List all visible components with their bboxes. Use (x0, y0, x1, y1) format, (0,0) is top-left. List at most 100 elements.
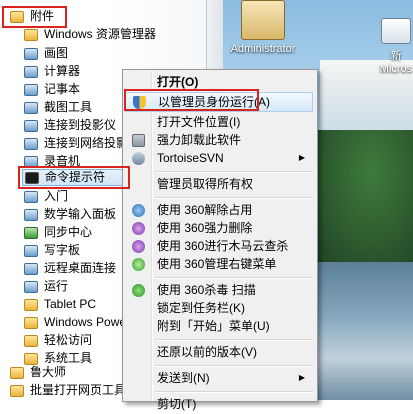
start-menu-item-label: 计算器 (44, 64, 81, 78)
ctx-item-tortoisesvn[interactable]: TortoiseSVN ▶ (125, 148, 313, 168)
start-menu-item-label: 截图工具 (44, 100, 93, 114)
highlight-box-command-prompt (18, 166, 130, 189)
remote-desktop-icon (24, 262, 38, 275)
start-menu-folder-ludashi[interactable]: 鲁大师 (10, 364, 66, 381)
folder-icon (24, 334, 38, 347)
start-menu-item-explorer[interactable]: Windows 资源管理器 (24, 26, 156, 43)
ctx-item-cut[interactable]: 剪切(T) (125, 394, 313, 414)
start-menu-item-paint[interactable]: 画图 (24, 45, 68, 62)
start-menu-item-label: 连接到投影仪 (44, 118, 117, 132)
getting-started-icon (24, 190, 38, 203)
ctx-item-360-antivirus[interactable]: 使用 360杀毒 扫描 (125, 280, 313, 300)
ctx-item-label: 附到「开始」菜单(U) (157, 319, 270, 333)
highlight-box-accessories (2, 6, 67, 28)
sync-center-icon (24, 226, 38, 239)
360-delete-icon (131, 221, 145, 235)
360-antivirus-icon (131, 283, 145, 297)
desktop-icon-administrator[interactable]: Administrator (228, 0, 298, 55)
submenu-arrow-icon: ▶ (298, 373, 305, 382)
360-trojan-scan-icon (131, 239, 145, 253)
start-menu-item-label: Windows 资源管理器 (44, 27, 157, 41)
start-menu-folder-tablet-pc[interactable]: Tablet PC (24, 296, 96, 313)
ctx-item-label: TortoiseSVN (157, 151, 224, 165)
start-menu-item-label: 运行 (44, 279, 69, 293)
start-menu-item-label: 鲁大师 (30, 365, 67, 379)
ctx-item-360-force-delete[interactable]: 使用 360强力删除 (125, 218, 313, 238)
ctx-item-label: 使用 360管理右键菜单 (157, 257, 277, 271)
start-menu-folder-powershell[interactable]: Windows PowerS (24, 314, 138, 331)
context-menu: 打开(O) 以管理员身份运行(A) 打开文件位置(I) 强力卸载此软件 Tort… (122, 69, 318, 411)
ctx-item-label: 使用 360进行木马云查杀 (157, 239, 289, 253)
folder-icon (24, 352, 38, 365)
360-unlock-icon (131, 203, 145, 217)
ctx-item-360-unlock[interactable]: 使用 360解除占用 (125, 200, 313, 220)
network-projector-icon (24, 137, 38, 150)
folder-icon (10, 366, 24, 379)
explorer-icon (24, 28, 38, 41)
ctx-item-label: 发送到(N) (157, 371, 210, 385)
notepad-icon (24, 83, 38, 96)
start-menu-item-label: 写字板 (44, 243, 81, 257)
ctx-item-label: 打开文件位置(I) (157, 115, 241, 129)
folder-icon (10, 384, 24, 397)
start-menu-item-label: 轻松访问 (44, 333, 93, 347)
ctx-item-360-trojan-scan[interactable]: 使用 360进行木马云查杀 (125, 236, 313, 256)
snipping-tool-icon (24, 101, 38, 114)
ctx-item-label: 管理员取得所有权 (157, 177, 254, 191)
start-menu-item-label: Tablet PC (44, 297, 97, 311)
ctx-separator (155, 365, 313, 367)
run-icon (24, 280, 38, 293)
ctx-separator (155, 391, 313, 393)
ctx-item-label: 使用 360解除占用 (157, 203, 253, 217)
start-menu-item-run[interactable]: 运行 (24, 278, 68, 295)
start-menu-item-label: 批量打开网页工具 (30, 383, 127, 397)
user-folder-icon (241, 0, 285, 40)
start-menu-item-sync-center[interactable]: 同步中心 (24, 224, 92, 241)
start-menu-item-label: 远程桌面连接 (44, 261, 117, 275)
ctx-item-open-file-location[interactable]: 打开文件位置(I) (125, 112, 313, 132)
start-menu-item-getting-started[interactable]: 入门 (24, 188, 68, 205)
start-menu-item-remote-desktop[interactable]: 远程桌面连接 (24, 260, 116, 277)
start-menu-folder-ease-of-access[interactable]: 轻松访问 (24, 332, 92, 349)
start-menu-item-label: 数学输入面板 (44, 207, 117, 221)
start-menu-item-calculator[interactable]: 计算器 (24, 63, 80, 80)
start-menu-item-projector[interactable]: 连接到投影仪 (24, 117, 116, 134)
uninstall-icon (131, 133, 145, 147)
ctx-item-360-manage-menu[interactable]: 使用 360管理右键菜单 (125, 254, 313, 274)
ctx-item-send-to[interactable]: 发送到(N) ▶ (125, 368, 313, 388)
start-menu-item-snipping-tool[interactable]: 截图工具 (24, 99, 92, 116)
start-menu-item-label: 记事本 (44, 82, 81, 96)
ctx-item-label: 使用 360强力删除 (157, 221, 253, 235)
ctx-separator (155, 277, 313, 279)
ctx-item-label: 使用 360杀毒 扫描 (157, 283, 256, 297)
start-menu-item-label: 同步中心 (44, 225, 93, 239)
desktop-icon-label: Administrator (230, 43, 296, 55)
ctx-item-label: 剪切(T) (157, 397, 197, 411)
start-menu-item-math-input[interactable]: 数学输入面板 (24, 206, 116, 223)
ctx-item-restore-previous[interactable]: 还原以前的版本(V) (125, 342, 313, 362)
start-menu-item-notepad[interactable]: 记事本 (24, 81, 80, 98)
projector-icon (24, 119, 38, 132)
folder-icon (24, 316, 38, 329)
document-icon (381, 18, 411, 44)
desktop-icon-label: 新 Micros (379, 50, 413, 75)
desktop-icon-new-document[interactable]: 新 Micros (376, 18, 413, 75)
ctx-item-label: 还原以前的版本(V) (157, 345, 257, 359)
paint-icon (24, 47, 38, 60)
start-menu-item-wordpad[interactable]: 写字板 (24, 242, 80, 259)
ctx-item-label: 锁定到任务栏(K) (157, 301, 245, 315)
wordpad-icon (24, 244, 38, 257)
start-menu-folder-batch-web-tool[interactable]: 批量打开网页工具 (10, 382, 126, 399)
highlight-box-run-as-admin (124, 89, 259, 111)
ctx-item-pin-start-menu[interactable]: 附到「开始」菜单(U) (125, 316, 313, 336)
tortoisesvn-icon (131, 151, 145, 165)
math-panel-icon (24, 208, 38, 221)
wallpaper-hill (310, 130, 413, 270)
ctx-item-take-ownership[interactable]: 管理员取得所有权 (125, 174, 313, 194)
ctx-separator (155, 171, 313, 173)
ctx-item-force-uninstall[interactable]: 强力卸载此软件 (125, 130, 313, 150)
folder-icon (24, 298, 38, 311)
ctx-item-pin-taskbar[interactable]: 锁定到任务栏(K) (125, 298, 313, 318)
360-manage-menu-icon (131, 257, 145, 271)
calculator-icon (24, 65, 38, 78)
